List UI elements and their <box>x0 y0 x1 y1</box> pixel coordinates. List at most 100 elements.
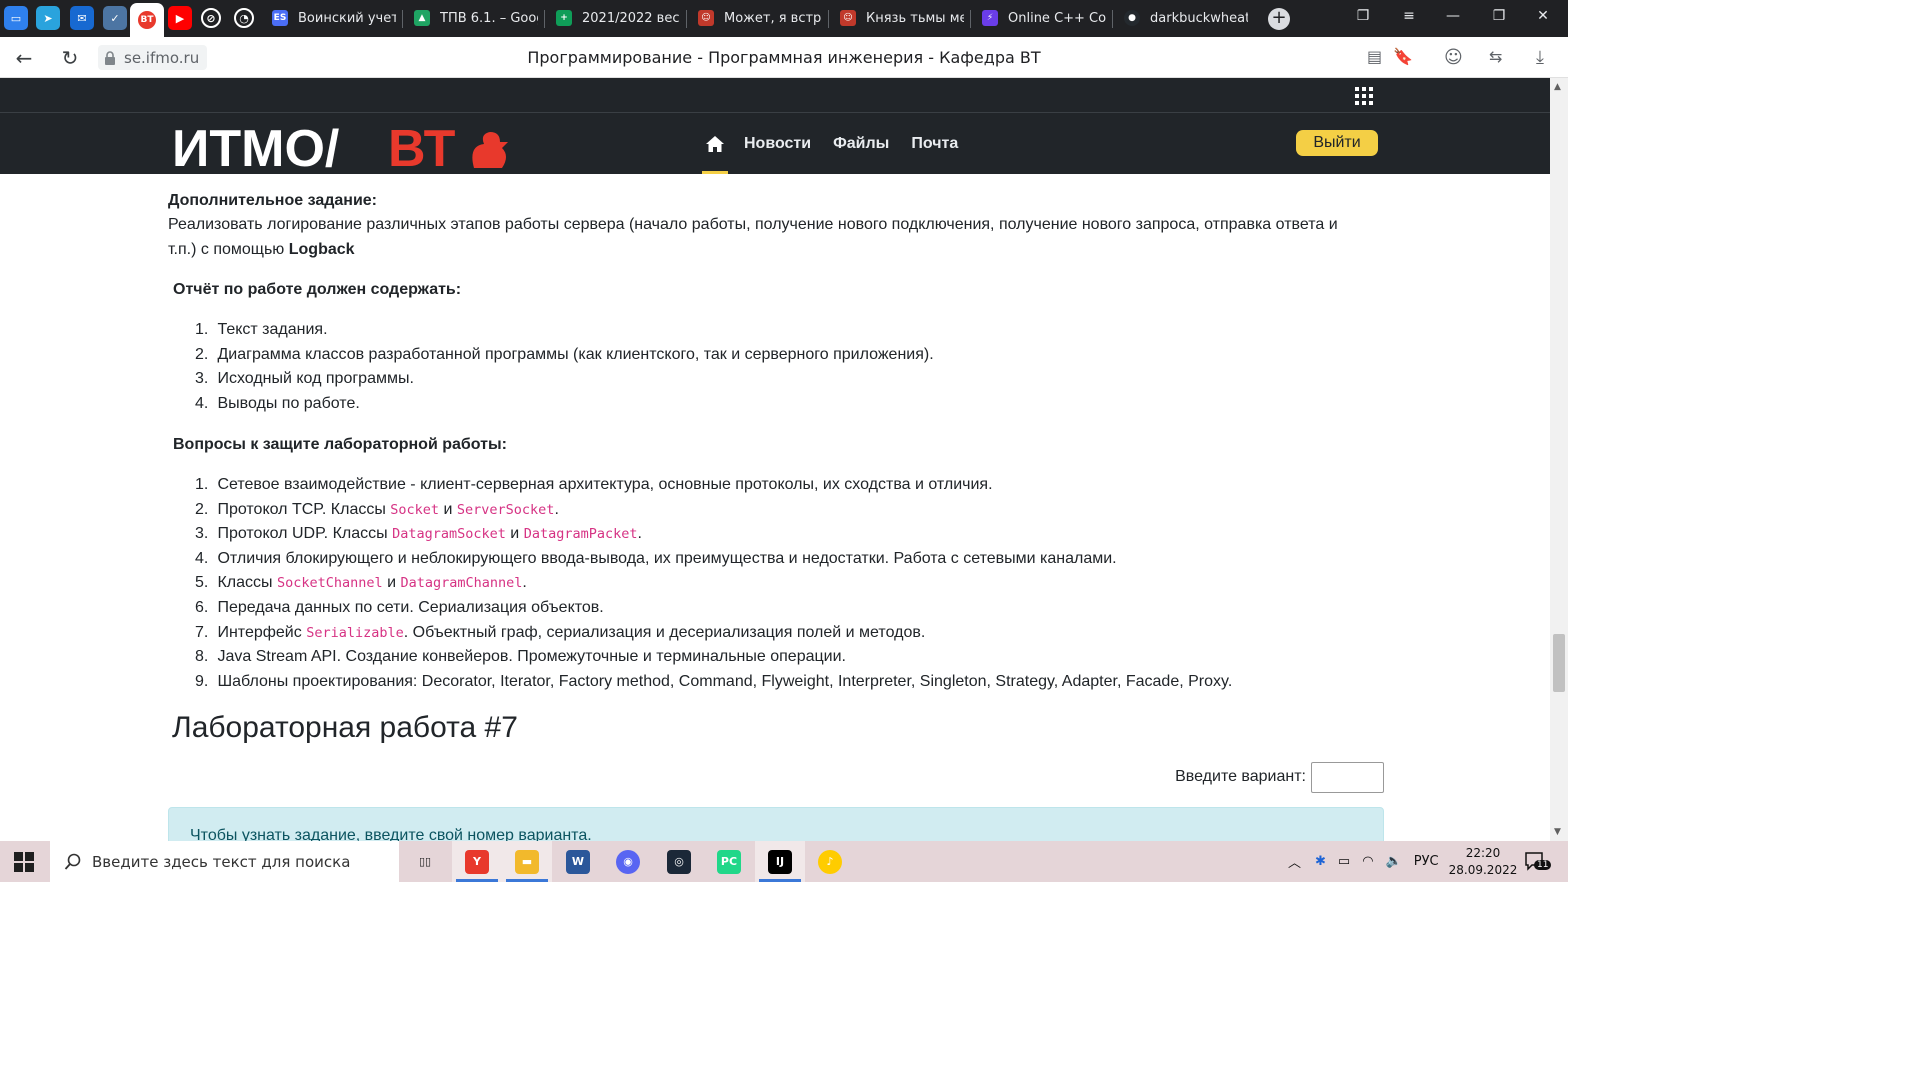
battery-icon[interactable]: ▭ <box>1338 854 1350 869</box>
menu-mail-link[interactable]: Почта <box>911 135 958 153</box>
notification-count: 11 <box>1534 860 1552 870</box>
vk-icon[interactable]: ✓ <box>103 6 127 30</box>
volume-icon[interactable]: 🔈 <box>1386 854 1402 869</box>
duck-icon <box>472 132 508 168</box>
language-indicator[interactable]: РУС <box>1414 854 1439 869</box>
menu-files-link[interactable]: Файлы <box>833 135 889 153</box>
additional-task-text: Реализовать логирование различных этапов… <box>168 216 1338 258</box>
bluetooth-icon[interactable]: ✱ <box>1315 854 1326 869</box>
menu-news-link[interactable]: Новости <box>744 135 811 153</box>
clock[interactable]: 22:20 28.09.2022 <box>1448 845 1518 879</box>
new-tab-button[interactable]: + <box>1268 8 1290 30</box>
tab-title: darkbuckwheat <box>1150 10 1248 26</box>
taskbar-app[interactable]: ♪ <box>805 841 855 882</box>
bt-icon[interactable]: BT <box>130 3 164 37</box>
discord-icon: ◉ <box>616 849 640 874</box>
logout-button[interactable]: Выйти <box>1296 130 1378 156</box>
browser-tab[interactable]: ⚡ Online C++ Con <box>976 4 1106 32</box>
link-icon[interactable]: ⊘ <box>201 8 221 28</box>
download-icon[interactable]: ⤓ <box>1536 47 1544 68</box>
telegram-icon[interactable]: ➤ <box>36 6 60 30</box>
taskbar-search-field[interactable]: Введите здесь текст для поиска <box>50 841 399 882</box>
steam-icon: ◎ <box>667 849 691 874</box>
question-item: 7. Интерфейс Serializable. Объектный гра… <box>195 623 926 641</box>
home-button[interactable] <box>700 113 730 174</box>
question-item: 6. Передача данных по сети. Сериализация… <box>195 598 604 616</box>
variant-input[interactable] <box>1311 762 1384 793</box>
list-item: 1. Текст задания. <box>195 321 328 338</box>
chevron-up-icon[interactable]: ︿ <box>1288 852 1301 871</box>
anime-icon: ☺ <box>840 10 856 26</box>
wifi-icon[interactable]: ◠ <box>1362 854 1373 869</box>
menu-icon[interactable]: ≡ <box>1398 8 1420 24</box>
class-name-code: SocketChannel <box>276 575 383 592</box>
windows-start-icon[interactable] <box>14 852 34 872</box>
notifications-icon[interactable]: 11 <box>1524 851 1552 871</box>
youtube-icon[interactable]: ▶ <box>168 6 192 30</box>
apps-grid-icon[interactable] <box>1355 87 1373 105</box>
taskbar-app[interactable]: Y <box>452 841 502 882</box>
extension-avatar-icon[interactable]: ☺ <box>1444 47 1463 68</box>
browser-tab[interactable]: + 2021/2022 весн <box>550 4 680 32</box>
clock-time: 22:20 <box>1465 846 1501 860</box>
reader-mode-icon[interactable]: ▤ <box>1367 47 1382 66</box>
site-navbar: ИТМО/ ВТ Новости Файлы Почта Выйти <box>0 113 1550 174</box>
taskbar-app[interactable]: PC <box>704 841 754 882</box>
tab-title: 2021/2022 весн <box>582 10 680 26</box>
browser-tab-strip: ▭ ➤ ✉ ✓ BT ▶ ⊘ ◔ ЕS Воинский учет ▲ ТПВ … <box>0 0 1568 37</box>
scroll-down-icon[interactable]: ▼ <box>1554 827 1561 837</box>
page-scrollbar[interactable]: ▲ ▼ <box>1550 78 1568 841</box>
list-item: 4. Выводы по работе. <box>195 394 360 412</box>
mail-icon[interactable]: ✉ <box>70 6 94 30</box>
browser-tab[interactable]: ● darkbuckwheat <box>1118 4 1248 32</box>
restore-icon[interactable]: ❐ <box>1488 8 1510 24</box>
question-item: 4. Отличия блокирующего и неблокирующего… <box>195 549 1117 567</box>
main-menu: Новости Файлы Почта <box>700 113 980 174</box>
taskbar-app[interactable]: ◉ <box>603 841 653 882</box>
collections-icon[interactable]: ❐ <box>1352 8 1374 24</box>
logo-bt-text: ВТ <box>388 120 456 172</box>
search-placeholder: Введите здесь текст для поиска <box>92 852 351 871</box>
class-name-code: DatagramPacket <box>523 526 638 543</box>
zen-icon[interactable]: ◔ <box>234 8 254 28</box>
tab-favicon-icon: ЕS <box>272 10 288 26</box>
bookmark-icon[interactable]: 🔖 <box>1393 47 1413 66</box>
question-item: 3. Протокол UDP. Классы DatagramSocket и… <box>195 525 642 543</box>
class-name-code: ServerSocket <box>456 501 555 518</box>
question-item: 9. Шаблоны проектирования: Decorator, It… <box>195 672 1233 690</box>
question-item: 1. Сетевое взаимодействие - клиент-серве… <box>195 476 993 493</box>
list-item: 2. Диаграмма классов разработанной прогр… <box>195 345 934 363</box>
pycharm-icon: PC <box>717 849 741 874</box>
google-drive-icon: ▲ <box>414 10 430 26</box>
taskbar-app[interactable]: IJ <box>755 841 805 882</box>
taskbar-app[interactable]: ▬ <box>502 841 552 882</box>
itmo-bt-logo[interactable]: ИТМО/ ВТ <box>172 116 512 172</box>
minimize-icon[interactable]: — <box>1442 8 1464 24</box>
search-icon <box>64 853 81 870</box>
system-tray: ︿ ✱ ▭ ◠ 🔈 РУС <box>1288 841 1439 882</box>
word-icon: W <box>566 849 590 874</box>
browser-tab[interactable]: ☺ Князь тьмы мен <box>834 4 964 32</box>
list-item: 3. Исходный код программы. <box>195 370 414 388</box>
taskbar-app[interactable]: W <box>553 841 603 882</box>
taskbar-app[interactable]: ◎ <box>654 841 704 882</box>
tab-title: Князь тьмы мен <box>866 10 964 26</box>
logback-label: Logback <box>288 240 355 258</box>
taskbar-app[interactable]: ▯▯ <box>400 841 450 882</box>
scroll-up-icon[interactable]: ▲ <box>1554 82 1561 92</box>
clock-date: 28.09.2022 <box>1448 863 1518 877</box>
browser-tab[interactable]: ☺ Может, я встре <box>692 4 822 32</box>
translate-icon[interactable]: ⇆ <box>1489 47 1502 66</box>
intellij-icon: IJ <box>768 849 792 874</box>
close-icon[interactable]: ✕ <box>1532 8 1554 24</box>
tab-title: Может, я встре <box>724 10 822 26</box>
browser-tab[interactable]: ЕS Воинский учет <box>266 4 396 32</box>
browser-tab[interactable]: ▲ ТПВ 6.1. – Goog <box>408 4 538 32</box>
yandex-browser-icon: Y <box>465 849 489 874</box>
scroll-thumb[interactable] <box>1553 634 1565 692</box>
home-icon <box>706 135 724 152</box>
windows-taskbar: Введите здесь текст для поиска ▯▯ Y ▬ W ◉ ◎ PC… <box>0 841 1568 882</box>
github-icon: ● <box>1124 10 1140 26</box>
site-top-bar <box>0 78 1550 113</box>
messenger-icon[interactable]: ▭ <box>4 6 28 30</box>
